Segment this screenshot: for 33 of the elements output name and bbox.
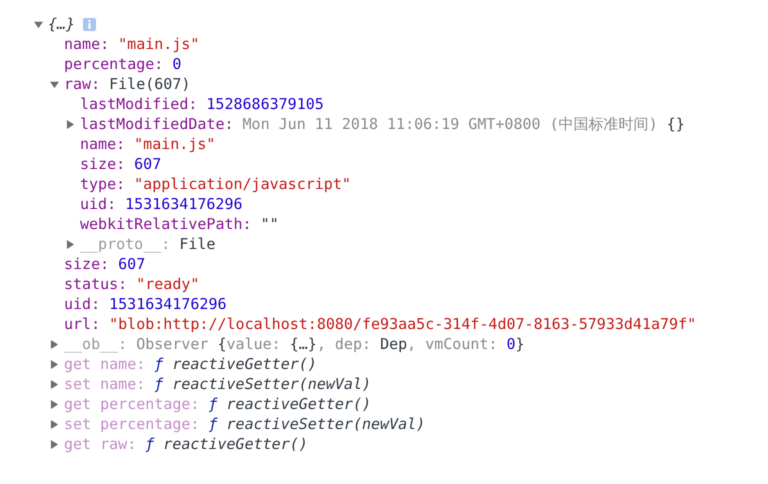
property-text: raw: File(607) bbox=[64, 74, 190, 94]
expand-arrow-icon[interactable] bbox=[50, 400, 59, 408]
property-text: status: "ready" bbox=[64, 274, 200, 294]
expand-arrow-icon[interactable] bbox=[50, 380, 59, 388]
collapse-arrow-icon[interactable] bbox=[34, 20, 43, 28]
info-icon bbox=[83, 18, 96, 30]
expand-arrow-icon[interactable] bbox=[50, 340, 59, 348]
property-text: webkitRelativePath: "" bbox=[80, 214, 279, 234]
object-summary: {…} bbox=[48, 14, 76, 34]
property-text: size: 607 bbox=[64, 254, 146, 274]
property-text: name: "main.js" bbox=[80, 134, 216, 154]
property-text: percentage: 0 bbox=[64, 54, 182, 74]
property-text: set name: ƒ reactiveSetter(newVal) bbox=[64, 374, 372, 394]
property-text: uid: 1531634176296 bbox=[80, 194, 243, 214]
property-text: __ob__: Observer {value: {…}, dep: Dep, vmCount: 0} bbox=[64, 334, 525, 354]
property-text: get percentage: ƒ reactiveGetter() bbox=[64, 394, 372, 414]
property-text: lastModifiedDate: Mon Jun 11 2018 11:06:19 GMT+0800 (中国标准时间) {} bbox=[80, 114, 685, 134]
expand-arrow-icon[interactable] bbox=[66, 120, 75, 128]
expand-arrow-icon[interactable] bbox=[50, 360, 59, 368]
property-text: type: "application/javascript" bbox=[80, 174, 351, 194]
expand-arrow-icon[interactable] bbox=[66, 240, 75, 248]
collapse-arrow-icon[interactable] bbox=[50, 80, 59, 88]
property-text: __proto__: File bbox=[80, 234, 216, 254]
expand-arrow-icon[interactable] bbox=[50, 440, 59, 448]
property-text: lastModified: 1528686379105 bbox=[80, 94, 324, 114]
expand-arrow-icon[interactable] bbox=[50, 420, 59, 428]
property-text: uid: 1531634176296 bbox=[64, 294, 227, 314]
property-text: name: "main.js" bbox=[64, 34, 200, 54]
property-text: size: 607 bbox=[80, 154, 162, 174]
property-text: get raw: ƒ reactiveGetter() bbox=[64, 434, 308, 454]
property-text: get name: ƒ reactiveGetter() bbox=[64, 354, 317, 374]
property-text: url: "blob:http://localhost:8080/fe93aa5c-314f-4d07-8163-57933d41a79f" bbox=[64, 314, 696, 334]
property-text: set percentage: ƒ reactiveSetter(newVal) bbox=[64, 414, 426, 434]
